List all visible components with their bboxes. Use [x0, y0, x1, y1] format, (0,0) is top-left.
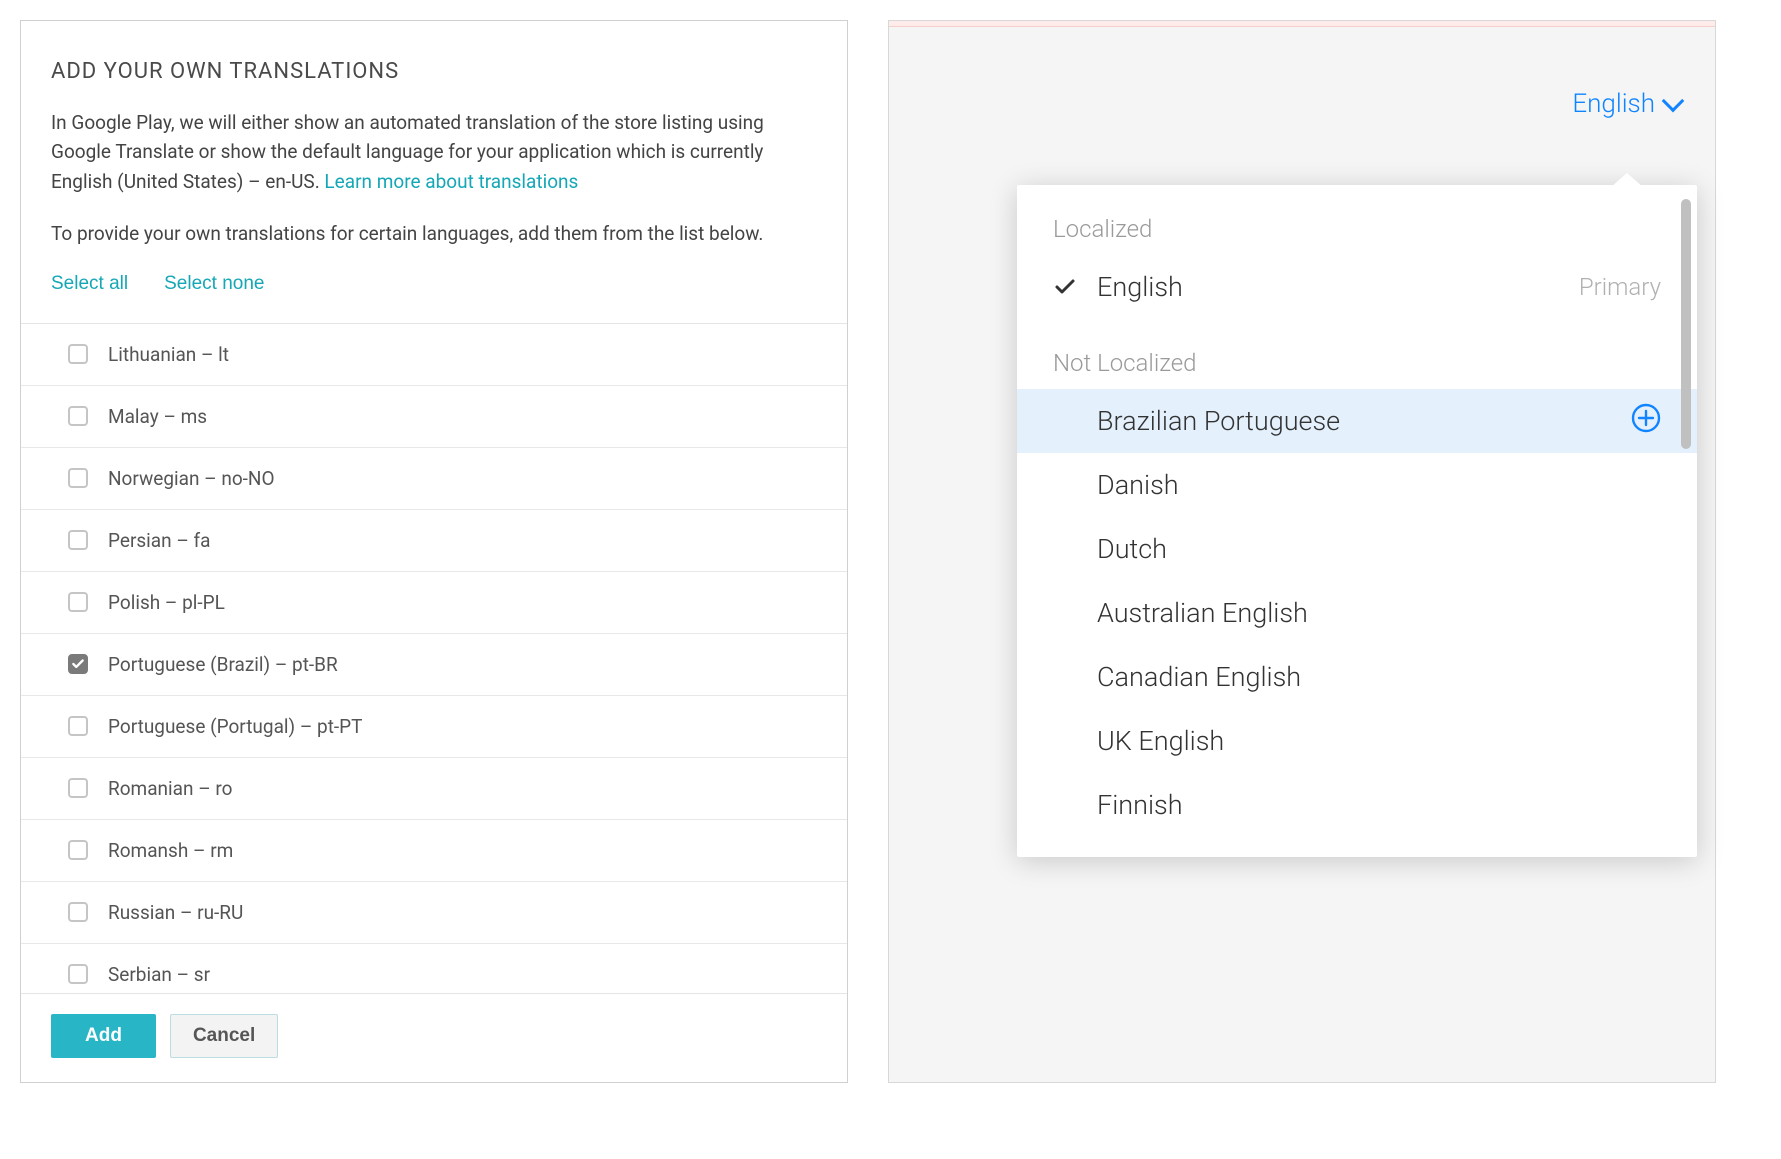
not-localized-list: Brazilian Portuguese Danish Dutch Australia…: [1017, 389, 1697, 837]
language-label: Malay – ms: [108, 405, 207, 428]
not-localized-language-item[interactable]: Dutch: [1017, 517, 1697, 581]
dialog-footer: Add Cancel: [21, 993, 847, 1082]
cancel-button[interactable]: Cancel: [170, 1014, 278, 1058]
language-row[interactable]: Persian – fa: [21, 510, 847, 572]
not-localized-language-item[interactable]: Danish: [1017, 453, 1697, 517]
add-button[interactable]: Add: [51, 1014, 156, 1058]
not-localized-language-item[interactable]: Brazilian Portuguese: [1017, 389, 1697, 453]
current-language-label: English: [1572, 89, 1655, 119]
language-label: Persian – fa: [108, 529, 210, 552]
language-row[interactable]: Russian – ru-RU: [21, 882, 847, 944]
check-icon: [1053, 275, 1097, 299]
language-checkbox[interactable]: [68, 716, 88, 736]
language-row[interactable]: Norwegian – no-NO: [21, 448, 847, 510]
language-label: Lithuanian – lt: [108, 343, 229, 366]
add-icon[interactable]: [1631, 403, 1661, 440]
language-checkbox[interactable]: [68, 778, 88, 798]
not-localized-language-item[interactable]: Finnish: [1017, 773, 1697, 837]
dialog-subdescription: To provide your own translations for cer…: [51, 220, 817, 249]
language-name: Canadian English: [1097, 661, 1661, 693]
language-label: Russian – ru-RU: [108, 901, 243, 924]
language-row[interactable]: Malay – ms: [21, 386, 847, 448]
language-label: Romansh – rm: [108, 839, 233, 862]
language-name: Danish: [1097, 469, 1661, 501]
apple-language-panel: English Localized EnglishPrimary Not Loc…: [888, 20, 1716, 1083]
language-name: UK English: [1097, 725, 1661, 757]
language-row[interactable]: Romansh – rm: [21, 820, 847, 882]
language-list[interactable]: Lithuanian – lt Malay – ms Norwegian – no-…: [21, 324, 847, 993]
not-localized-language-item[interactable]: Australian English: [1017, 581, 1697, 645]
not-localized-language-item[interactable]: Canadian English: [1017, 645, 1697, 709]
language-checkbox[interactable]: [68, 530, 88, 550]
language-checkbox[interactable]: [68, 964, 88, 984]
language-label: Portuguese (Brazil) – pt-BR: [108, 653, 338, 676]
language-dropdown-menu: Localized EnglishPrimary Not Localized B…: [1017, 185, 1697, 857]
localized-section-header: Localized: [1017, 185, 1697, 255]
language-checkbox[interactable]: [68, 468, 88, 488]
not-localized-language-item[interactable]: UK English: [1017, 709, 1697, 773]
chevron-down-icon: [1662, 90, 1685, 113]
error-bar: [889, 21, 1715, 27]
language-row[interactable]: Serbian – sr: [21, 944, 847, 993]
language-checkbox[interactable]: [68, 840, 88, 860]
scrollbar[interactable]: [1681, 199, 1691, 449]
learn-more-link[interactable]: Learn more about translations: [324, 170, 578, 193]
language-checkbox[interactable]: [68, 592, 88, 612]
check-icon: [71, 657, 85, 671]
select-all-button[interactable]: Select all: [51, 273, 128, 295]
localized-list: EnglishPrimary: [1017, 255, 1697, 319]
google-play-translations-dialog: ADD YOUR OWN TRANSLATIONS In Google Play…: [20, 20, 848, 1083]
select-none-button[interactable]: Select none: [164, 273, 264, 295]
language-label: Serbian – sr: [108, 963, 210, 986]
language-label: Norwegian – no-NO: [108, 467, 275, 490]
primary-badge: Primary: [1579, 273, 1661, 301]
language-label: Polish – pl-PL: [108, 591, 225, 614]
localized-language-item[interactable]: EnglishPrimary: [1017, 255, 1697, 319]
dialog-title: ADD YOUR OWN TRANSLATIONS: [51, 59, 817, 84]
language-name: English: [1097, 271, 1579, 303]
language-checkbox[interactable]: [68, 344, 88, 364]
language-row[interactable]: Portuguese (Brazil) – pt-BR: [21, 634, 847, 696]
language-name: Brazilian Portuguese: [1097, 405, 1631, 437]
language-name: Finnish: [1097, 789, 1661, 821]
language-name: Dutch: [1097, 533, 1661, 565]
dialog-header: ADD YOUR OWN TRANSLATIONS In Google Play…: [21, 21, 847, 324]
language-label: Portuguese (Portugal) – pt-PT: [108, 715, 363, 738]
not-localized-section-header: Not Localized: [1017, 319, 1697, 389]
language-checkbox[interactable]: [68, 654, 88, 674]
language-row[interactable]: Romanian – ro: [21, 758, 847, 820]
language-checkbox[interactable]: [68, 406, 88, 426]
language-label: Romanian – ro: [108, 777, 232, 800]
language-row[interactable]: Polish – pl-PL: [21, 572, 847, 634]
language-row[interactable]: Portuguese (Portugal) – pt-PT: [21, 696, 847, 758]
dialog-description: In Google Play, we will either show an a…: [51, 108, 817, 196]
language-name: Australian English: [1097, 597, 1661, 629]
dropdown-arrow: [1611, 173, 1643, 187]
language-checkbox[interactable]: [68, 902, 88, 922]
selection-controls: Select all Select none: [51, 273, 817, 295]
language-dropdown-toggle[interactable]: English: [1572, 89, 1681, 119]
language-row[interactable]: Lithuanian – lt: [21, 324, 847, 386]
